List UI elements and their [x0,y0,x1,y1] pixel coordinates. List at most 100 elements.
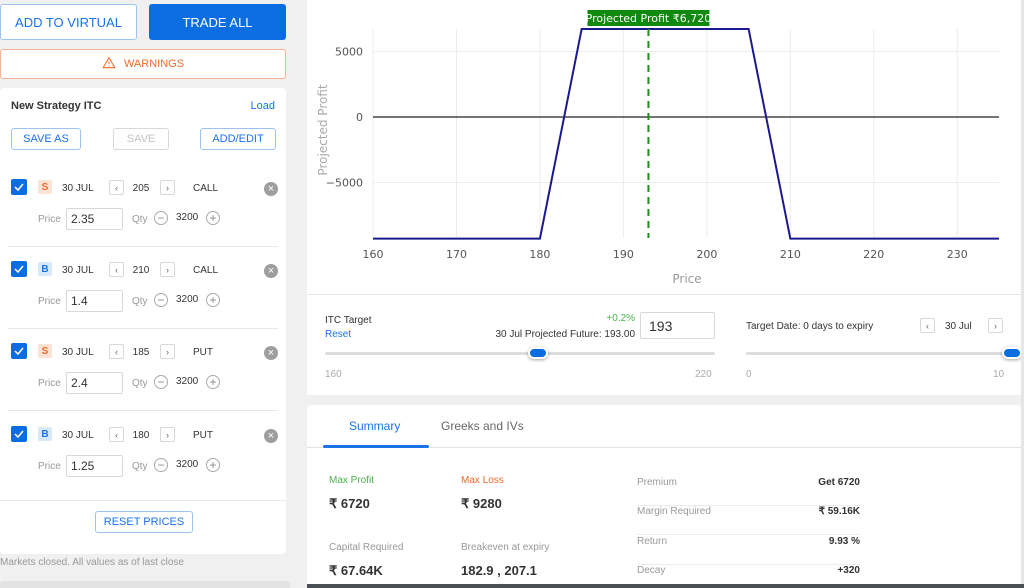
leg-strike: 180 [132,430,150,441]
save-button[interactable]: SAVE [113,128,169,150]
strike-next-button[interactable]: › [160,262,175,277]
projected-profit-label: Projected Profit ₹6,720 [586,12,712,25]
leg-price-input[interactable] [66,208,123,230]
leg-option-type: CALL [193,265,219,276]
qty-label: Qty [132,461,148,472]
save-as-button[interactable]: SAVE AS [11,128,81,150]
x-axis-label: Price [672,272,701,286]
target-change-percent: +0.2% [606,313,635,324]
warnings-button[interactable]: WARNINGS [0,49,286,79]
leg-expiry: 30 JUL [62,430,94,441]
max-profit-value: ₹ 6720 [329,496,370,511]
x-tick-label: 200 [696,248,717,261]
leg-strike: 210 [132,265,150,276]
trade-all-button[interactable]: TRADE ALL [149,4,286,40]
strategy-card: New Strategy ITC Load SAVE AS SAVE ADD/E… [0,88,286,554]
margin-label: Margin Required [637,506,711,517]
return-value: 9.93 % [828,536,860,547]
date-slider-max: 10 [993,369,1005,380]
add-to-virtual-button[interactable]: ADD TO VIRTUAL [0,4,137,40]
remove-leg-icon[interactable]: × [264,346,278,360]
price-label: Price [38,461,61,472]
summary-card: Summary Greeks and IVs Max Profit ₹ 6720… [307,405,1021,588]
strategy-title: New Strategy ITC [11,100,102,112]
x-tick-label: 220 [863,248,884,261]
target-label: ITC Target [325,315,372,326]
decay-label: Decay [637,565,666,576]
strike-next-button[interactable]: › [160,344,175,359]
strike-prev-button[interactable]: ‹ [109,180,124,195]
remove-leg-icon[interactable]: × [264,429,278,443]
qty-label: Qty [132,214,148,225]
remove-leg-icon[interactable]: × [264,182,278,196]
breakeven-label: Breakeven at expiry [461,542,550,553]
y-axis-label: Projected Profit [316,84,330,175]
reset-prices-button[interactable]: RESET PRICES [95,511,193,533]
leg-side-badge: S [38,180,52,194]
leg-checkbox[interactable] [11,261,27,277]
margin-value: ₹ 59.16K [818,506,860,517]
leg-checkbox[interactable] [11,426,27,442]
qty-label: Qty [132,378,148,389]
premium-row: Premium Get 6720 [637,477,860,506]
leg-quantity: 3200 [176,212,199,223]
leg-option-type: CALL [193,183,219,194]
target-date-value: 30 Jul [945,321,972,332]
x-tick-label: 230 [947,248,968,261]
summary-tabs: Summary Greeks and IVs [307,405,1021,448]
warnings-label: WARNINGS [123,58,185,70]
x-tick-label: 170 [446,248,467,261]
leg-checkbox[interactable] [11,343,27,359]
leg-price-input[interactable] [66,455,123,477]
qty-decrease-icon[interactable]: − [154,293,168,307]
warning-triangle-icon [102,56,116,73]
tab-greeks-ivs[interactable]: Greeks and IVs [441,419,524,433]
target-date-slider[interactable] [746,352,1014,355]
target-price-slider[interactable] [325,352,715,355]
strike-next-button[interactable]: › [160,180,175,195]
qty-decrease-icon[interactable]: − [154,458,168,472]
leg-option-type: PUT [193,347,213,358]
qty-increase-icon[interactable]: + [206,375,220,389]
leg-checkbox[interactable] [11,179,27,195]
remove-leg-icon[interactable]: × [264,264,278,278]
price-label: Price [38,214,61,225]
qty-label: Qty [132,296,148,307]
qty-increase-icon[interactable]: + [206,211,220,225]
qty-increase-icon[interactable]: + [206,458,220,472]
payoff-line [373,27,999,240]
target-date-slider-thumb[interactable] [1002,347,1022,359]
leg-divider [8,410,278,411]
leg-strike: 205 [132,183,150,194]
max-loss-label: Max Loss [461,475,504,486]
qty-decrease-icon[interactable]: − [154,211,168,225]
breakeven-value: 182.9 , 207.1 [461,563,537,578]
qty-decrease-icon[interactable]: − [154,375,168,389]
active-tab-indicator [323,445,429,448]
capital-required-label: Capital Required [329,542,404,553]
target-price-input[interactable] [640,312,715,339]
date-prev-button[interactable]: ‹ [920,318,935,333]
strike-prev-button[interactable]: ‹ [109,262,124,277]
payoff-chart-card: 160 170 180 190 200 210 220 230 5000 0 −5000 Price P… [307,0,1022,395]
bottom-strip [0,581,290,588]
leg-price-input[interactable] [66,290,123,312]
date-next-button[interactable]: › [988,318,1003,333]
tab-summary[interactable]: Summary [349,419,400,433]
strike-next-button[interactable]: › [160,427,175,442]
leg-price-input[interactable] [66,372,123,394]
target-price-slider-thumb[interactable] [527,347,548,359]
qty-increase-icon[interactable]: + [206,293,220,307]
target-date-label: Target Date: 0 days to expiry [746,321,874,332]
strike-prev-button[interactable]: ‹ [109,344,124,359]
return-label: Return [637,536,668,547]
x-tick-label: 210 [780,248,801,261]
payoff-chart[interactable]: 160 170 180 190 200 210 220 230 5000 0 −5000 Price P… [307,0,1021,294]
leg-quantity: 3200 [176,294,199,305]
load-link[interactable]: Load [251,100,275,112]
add-edit-button[interactable]: ADD/EDIT [200,128,276,150]
margin-row: Margin Required ₹ 59.16K [637,506,860,535]
target-reset-link[interactable]: Reset [325,329,351,340]
strike-prev-button[interactable]: ‹ [109,427,124,442]
capital-required-value: ₹ 67.64K [329,563,383,578]
